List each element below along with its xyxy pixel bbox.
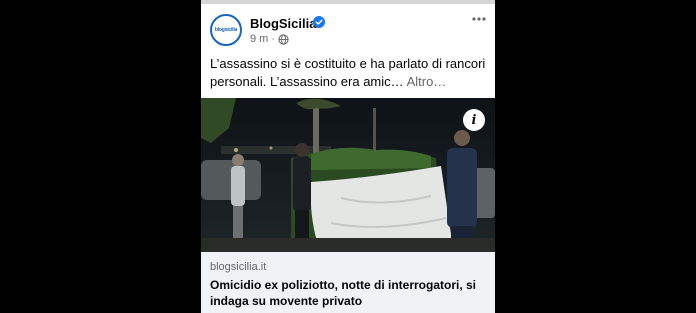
- page-name[interactable]: BlogSicilia: [250, 16, 316, 31]
- facebook-post-card: blogsicilia BlogSicilia 9 m · L’assassin…: [201, 0, 495, 313]
- night-scene-photo: [201, 98, 495, 252]
- see-more-link[interactable]: Altro…: [407, 74, 447, 89]
- post-timestamp[interactable]: 9 m: [250, 33, 268, 45]
- link-domain: blogsicilia.it: [210, 261, 267, 273]
- globe-icon: [278, 33, 289, 45]
- meta-separator: ·: [271, 33, 276, 45]
- link-preview[interactable]: blogsicilia.it Omicidio ex poliziotto, n…: [201, 252, 495, 313]
- post-meta: 9 m ·: [250, 33, 289, 45]
- verified-badge-icon: [313, 16, 325, 28]
- post-header: blogsicilia BlogSicilia 9 m ·: [201, 4, 495, 54]
- avatar-logo-text: blogsicilia: [214, 27, 238, 33]
- more-options-icon[interactable]: [472, 14, 486, 24]
- info-icon[interactable]: i: [463, 109, 485, 131]
- link-headline[interactable]: Omicidio ex poliziotto, notte di interro…: [210, 277, 486, 309]
- page-avatar[interactable]: blogsicilia: [210, 14, 242, 46]
- post-message: L’assassino si è costituito e ha parlato…: [210, 55, 488, 91]
- post-image[interactable]: i: [201, 98, 495, 252]
